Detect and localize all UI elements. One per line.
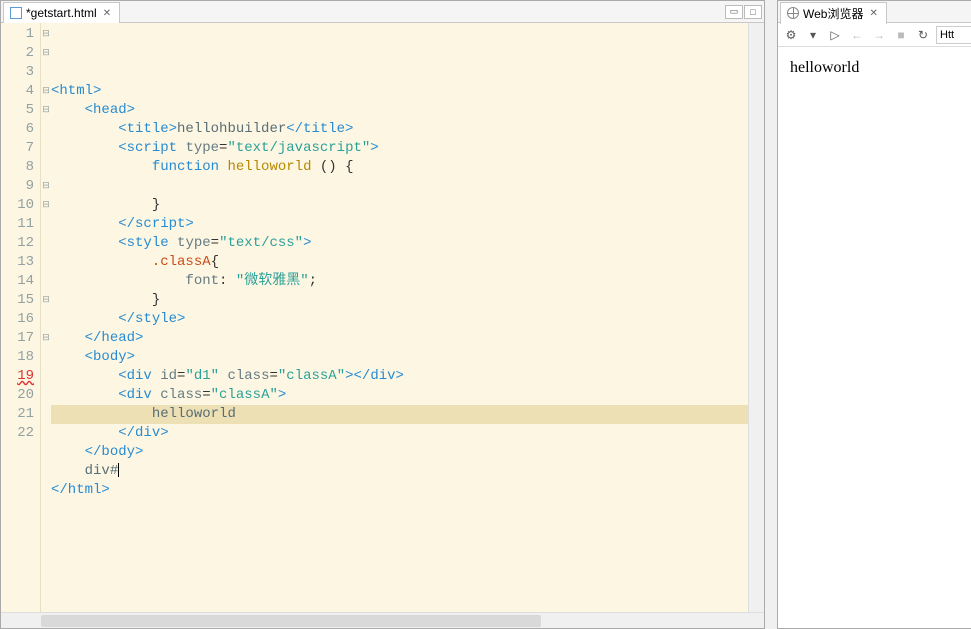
line-number: 3 bbox=[1, 63, 34, 82]
editor-body[interactable]: 12345678910111213141516171819202122 ⊟⊟⊟⊟… bbox=[1, 23, 764, 612]
line-number: 11 bbox=[1, 215, 34, 234]
line-number: 1 bbox=[1, 25, 34, 44]
fold-marker bbox=[41, 310, 51, 329]
code-line[interactable]: </div> bbox=[51, 424, 748, 443]
line-number: 18 bbox=[1, 348, 34, 367]
fold-marker[interactable]: ⊟ bbox=[41, 25, 51, 44]
fold-marker[interactable]: ⊟ bbox=[41, 101, 51, 120]
code-area[interactable]: <html> <head> <title>hellohbuilder</titl… bbox=[51, 23, 748, 612]
line-number-gutter: 12345678910111213141516171819202122 bbox=[1, 23, 41, 612]
scroll-thumb[interactable] bbox=[41, 615, 541, 627]
code-line[interactable]: </head> bbox=[51, 329, 748, 348]
code-line[interactable]: </style> bbox=[51, 310, 748, 329]
browser-content: helloworld bbox=[778, 47, 971, 628]
close-icon[interactable]: ✕ bbox=[867, 8, 879, 19]
editor-tab[interactable]: *getstart.html ✕ bbox=[3, 2, 120, 24]
minimize-button[interactable]: ▭ bbox=[725, 5, 743, 19]
fold-marker[interactable]: ⊟ bbox=[41, 44, 51, 63]
line-number: 2 bbox=[1, 44, 34, 63]
line-number: 16 bbox=[1, 310, 34, 329]
line-number: 15 bbox=[1, 291, 34, 310]
fold-marker bbox=[41, 272, 51, 291]
file-icon bbox=[10, 7, 22, 19]
fold-marker bbox=[41, 120, 51, 139]
line-number: 20 bbox=[1, 386, 34, 405]
run-icon[interactable]: ▷ bbox=[826, 26, 844, 44]
code-line[interactable]: font: "微软雅黑"; bbox=[51, 272, 748, 291]
gear-icon[interactable]: ⚙ bbox=[782, 26, 800, 44]
stop-button[interactable]: ■ bbox=[892, 26, 910, 44]
editor-pane: *getstart.html ✕ ▭ □ 1234567891011121314… bbox=[0, 0, 765, 629]
code-line[interactable]: div# bbox=[51, 462, 748, 481]
fold-marker[interactable]: ⊟ bbox=[41, 82, 51, 101]
browser-tab-label: Web浏览器 bbox=[803, 5, 863, 22]
code-line[interactable]: } bbox=[51, 291, 748, 310]
code-line[interactable]: } bbox=[51, 196, 748, 215]
line-number: 12 bbox=[1, 234, 34, 253]
code-line[interactable]: <script type="text/javascript"> bbox=[51, 139, 748, 158]
editor-tabbar: *getstart.html ✕ ▭ □ bbox=[1, 1, 764, 23]
code-line[interactable]: <div class="classA"> bbox=[51, 386, 748, 405]
browser-tabbar: Web浏览器 ✕ ▭ □ bbox=[778, 1, 971, 23]
fold-marker[interactable]: ⊟ bbox=[41, 177, 51, 196]
line-number: 8 bbox=[1, 158, 34, 177]
fold-marker bbox=[41, 158, 51, 177]
line-number: 4 bbox=[1, 82, 34, 101]
forward-button[interactable]: → bbox=[870, 26, 888, 44]
vertical-scrollbar[interactable] bbox=[748, 23, 764, 612]
url-input[interactable] bbox=[936, 26, 971, 44]
chevron-down-icon[interactable]: ▾ bbox=[804, 26, 822, 44]
browser-tab[interactable]: Web浏览器 ✕ bbox=[780, 2, 887, 24]
code-line[interactable]: <div id="d1" class="classA"></div> bbox=[51, 367, 748, 386]
fold-marker bbox=[41, 386, 51, 405]
horizontal-scrollbar[interactable] bbox=[1, 612, 764, 628]
code-line[interactable]: </script> bbox=[51, 215, 748, 234]
code-line[interactable]: <html> bbox=[51, 82, 748, 101]
editor-window-buttons: ▭ □ bbox=[725, 5, 762, 19]
fold-marker bbox=[41, 424, 51, 443]
code-line[interactable]: .classA{ bbox=[51, 253, 748, 272]
fold-marker bbox=[41, 139, 51, 158]
maximize-button[interactable]: □ bbox=[744, 5, 762, 19]
browser-toolbar: ⚙ ▾ ▷ ← → ■ ↻ bbox=[778, 23, 971, 47]
code-line[interactable] bbox=[51, 177, 748, 196]
code-line[interactable]: helloworld bbox=[51, 405, 748, 424]
line-number: 17 bbox=[1, 329, 34, 348]
line-number: 5 bbox=[1, 101, 34, 120]
fold-marker bbox=[41, 367, 51, 386]
fold-marker bbox=[41, 215, 51, 234]
line-number: 9 bbox=[1, 177, 34, 196]
page-text: helloworld bbox=[790, 59, 859, 76]
line-number: 19 bbox=[1, 367, 34, 386]
code-line[interactable]: <style type="text/css"> bbox=[51, 234, 748, 253]
code-line[interactable]: function helloworld () { bbox=[51, 158, 748, 177]
code-line[interactable]: <body> bbox=[51, 348, 748, 367]
fold-marker[interactable]: ⊟ bbox=[41, 329, 51, 348]
fold-column[interactable]: ⊟⊟⊟⊟⊟⊟⊟⊟ bbox=[41, 23, 51, 612]
line-number: 14 bbox=[1, 272, 34, 291]
line-number: 22 bbox=[1, 424, 34, 443]
line-number: 7 bbox=[1, 139, 34, 158]
fold-marker bbox=[41, 253, 51, 272]
close-icon[interactable]: ✕ bbox=[101, 8, 113, 19]
fold-marker bbox=[41, 63, 51, 82]
line-number: 21 bbox=[1, 405, 34, 424]
fold-marker bbox=[41, 405, 51, 424]
back-button[interactable]: ← bbox=[848, 26, 866, 44]
code-line[interactable]: </body> bbox=[51, 443, 748, 462]
line-number: 6 bbox=[1, 120, 34, 139]
line-number: 13 bbox=[1, 253, 34, 272]
line-number: 10 bbox=[1, 196, 34, 215]
browser-pane: Web浏览器 ✕ ▭ □ ⚙ ▾ ▷ ← → ■ ↻ helloworld bbox=[777, 0, 971, 629]
code-line[interactable]: <title>hellohbuilder</title> bbox=[51, 120, 748, 139]
fold-marker[interactable]: ⊟ bbox=[41, 196, 51, 215]
code-line[interactable]: <head> bbox=[51, 101, 748, 120]
globe-icon bbox=[787, 7, 799, 19]
fold-marker[interactable]: ⊟ bbox=[41, 291, 51, 310]
refresh-button[interactable]: ↻ bbox=[914, 26, 932, 44]
code-line[interactable]: </html> bbox=[51, 481, 748, 500]
fold-marker bbox=[41, 234, 51, 253]
fold-marker bbox=[41, 348, 51, 367]
editor-tab-label: *getstart.html bbox=[26, 6, 97, 20]
